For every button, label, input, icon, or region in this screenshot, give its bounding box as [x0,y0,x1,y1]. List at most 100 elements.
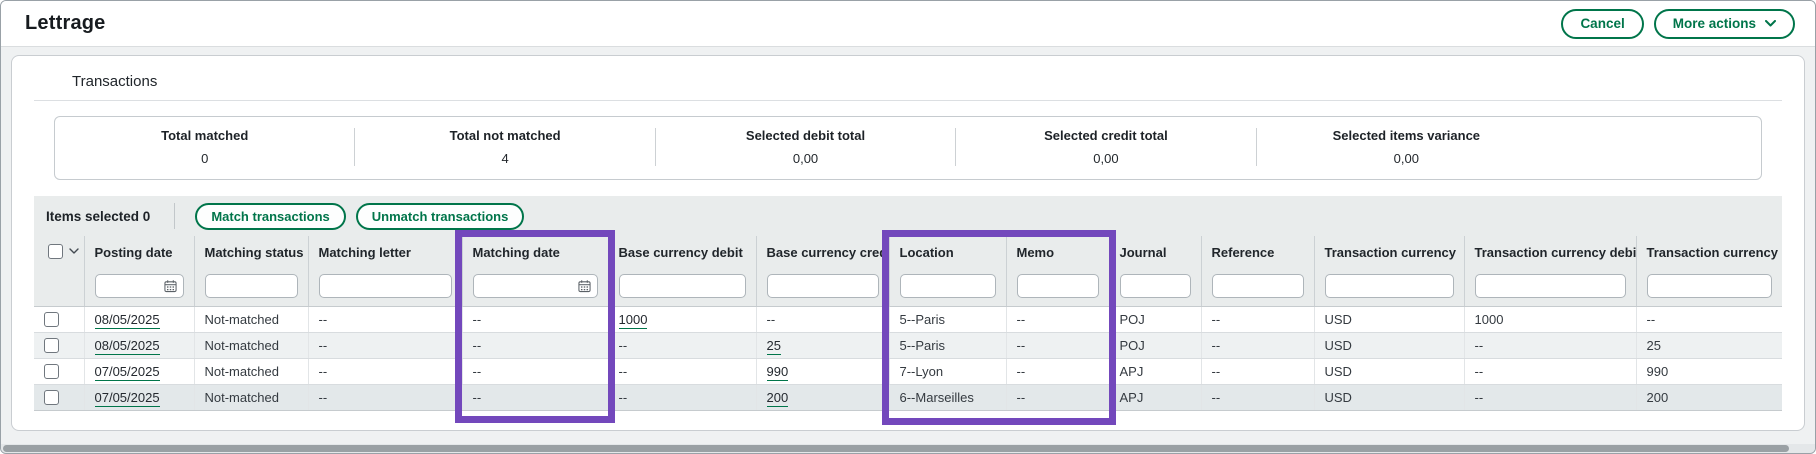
cell-journal: POJ [1109,306,1201,332]
filter-cell-base-currency-credit [756,266,889,306]
transactions-grid-area: Items selected 0 Match transactions Unma… [34,196,1782,411]
column-header-label: Transaction currency [1325,245,1457,260]
calendar-icon[interactable] [164,279,177,293]
cell-location: 6--Marseilles [889,384,1006,410]
posting-date-link[interactable]: 08/05/2025 [95,338,160,355]
cell-matching-date: -- [462,332,608,358]
cell-text: Not-matched [205,390,279,405]
horizontal-scrollbar [1,444,1815,453]
filter-input-base-currency-credit[interactable] [767,274,879,298]
cell-transaction-currency: USD [1314,358,1464,384]
cell-posting-date: 08/05/2025 [84,332,194,358]
column-header-memo[interactable]: Memo [1006,236,1109,266]
filter-cell-transaction-currency-credit [1636,266,1782,306]
match-transactions-label: Match transactions [211,209,329,224]
more-actions-button[interactable]: More actions [1654,9,1795,39]
base-currency-credit-link[interactable]: 990 [767,364,789,381]
column-header-transaction-currency-debit[interactable]: Transaction currency debit [1464,236,1636,266]
row-checkbox[interactable] [44,390,59,405]
cell-matching-date: -- [462,358,608,384]
cell-text: USD [1325,390,1352,405]
cell-base-currency-credit: 990 [756,358,889,384]
cell-text: 990 [1647,364,1669,379]
base-currency-credit-link[interactable]: 200 [767,390,789,407]
base-currency-debit-link[interactable]: 1000 [619,312,648,329]
summary-stat-3: Selected credit total0,00 [955,128,1255,166]
cell-matching-date: -- [462,384,608,410]
cell-text: -- [473,364,482,379]
filter-cell-posting-date [84,266,194,306]
base-currency-credit-link[interactable]: 25 [767,338,781,355]
cell-text: POJ [1120,338,1145,353]
column-header-matching-date[interactable]: Matching date [462,236,608,266]
cancel-button[interactable]: Cancel [1561,9,1643,39]
filter-input-transaction-currency-debit[interactable] [1475,274,1626,298]
filter-input-journal[interactable] [1120,274,1191,298]
filter-cell-matching-date [462,266,608,306]
unmatch-transactions-button[interactable]: Unmatch transactions [356,203,525,230]
table-header-row: Posting date Matching status Matching lett… [34,236,1782,266]
cell-memo: -- [1006,332,1109,358]
column-header-matching-letter[interactable]: Matching letter [308,236,462,266]
cell-base-currency-credit: 200 [756,384,889,410]
column-header-label: Matching date [473,245,560,260]
table-row: 08/05/2025Not-matched----1000--5--Paris-… [34,306,1782,332]
column-header-posting-date[interactable]: Posting date [84,236,194,266]
row-checkbox[interactable] [44,312,59,327]
filter-input-matching-letter[interactable] [319,274,452,298]
row-checkbox[interactable] [44,338,59,353]
page-header: Lettrage Cancel More actions [1,1,1815,47]
column-header-transaction-currency-credit[interactable]: Transaction currency credit [1636,236,1782,266]
select-all-checkbox[interactable] [48,244,63,259]
posting-date-link[interactable]: 08/05/2025 [95,312,160,329]
cell-text: 5--Paris [900,338,946,353]
cell-transaction-currency-credit: 990 [1636,358,1782,384]
row-select-cell [34,306,84,332]
summary-stat-label: Selected debit total [656,128,955,143]
filter-cell-base-currency-debit [608,266,756,306]
more-actions-button-label: More actions [1673,16,1756,31]
page-title: Lettrage [25,12,106,35]
row-checkbox[interactable] [44,364,59,379]
filter-input-base-currency-debit[interactable] [619,274,746,298]
column-header-journal[interactable]: Journal [1109,236,1201,266]
filter-input-matching-status[interactable] [205,274,298,298]
filter-input-memo[interactable] [1017,274,1099,298]
cell-matching-status: Not-matched [194,384,308,410]
filter-input-transaction-currency-credit[interactable] [1647,274,1773,298]
cell-text: -- [1475,364,1484,379]
horizontal-scrollbar-thumb[interactable] [3,445,1789,452]
cell-base-currency-debit: -- [608,358,756,384]
column-header-base-currency-debit[interactable]: Base currency debit [608,236,756,266]
column-header-base-currency-credit[interactable]: Base currency credit [756,236,889,266]
cell-posting-date: 08/05/2025 [84,306,194,332]
table-row: 07/05/2025Not-matched------2006--Marseil… [34,384,1782,410]
posting-date-link[interactable]: 07/05/2025 [95,390,160,407]
cell-text: -- [1017,364,1026,379]
cell-text: -- [473,390,482,405]
match-transactions-button[interactable]: Match transactions [195,203,345,230]
cell-transaction-currency: USD [1314,384,1464,410]
posting-date-link[interactable]: 07/05/2025 [95,364,160,381]
calendar-icon[interactable] [578,279,591,293]
cell-text: USD [1325,312,1352,327]
column-header-label: Location [900,245,954,260]
summary-stat-value: 0,00 [1257,151,1556,166]
cell-memo: -- [1006,358,1109,384]
summary-stat-value: 0,00 [656,151,955,166]
column-header-label: Journal [1120,245,1167,260]
column-header-reference[interactable]: Reference [1201,236,1314,266]
select-menu-chevron-icon[interactable] [69,248,79,254]
filter-input-reference[interactable] [1212,274,1304,298]
column-header-matching-status[interactable]: Matching status [194,236,308,266]
column-header-location[interactable]: Location [889,236,1006,266]
column-header-label: Matching status [205,245,304,260]
filter-input-transaction-currency[interactable] [1325,274,1454,298]
cell-posting-date: 07/05/2025 [84,358,194,384]
cell-text: -- [767,312,776,327]
table-row: 07/05/2025Not-matched------9907--Lyon--A… [34,358,1782,384]
column-header-transaction-currency[interactable]: Transaction currency [1314,236,1464,266]
filter-input-location[interactable] [900,274,996,298]
cell-text: -- [1017,390,1026,405]
cell-text: -- [1212,364,1221,379]
